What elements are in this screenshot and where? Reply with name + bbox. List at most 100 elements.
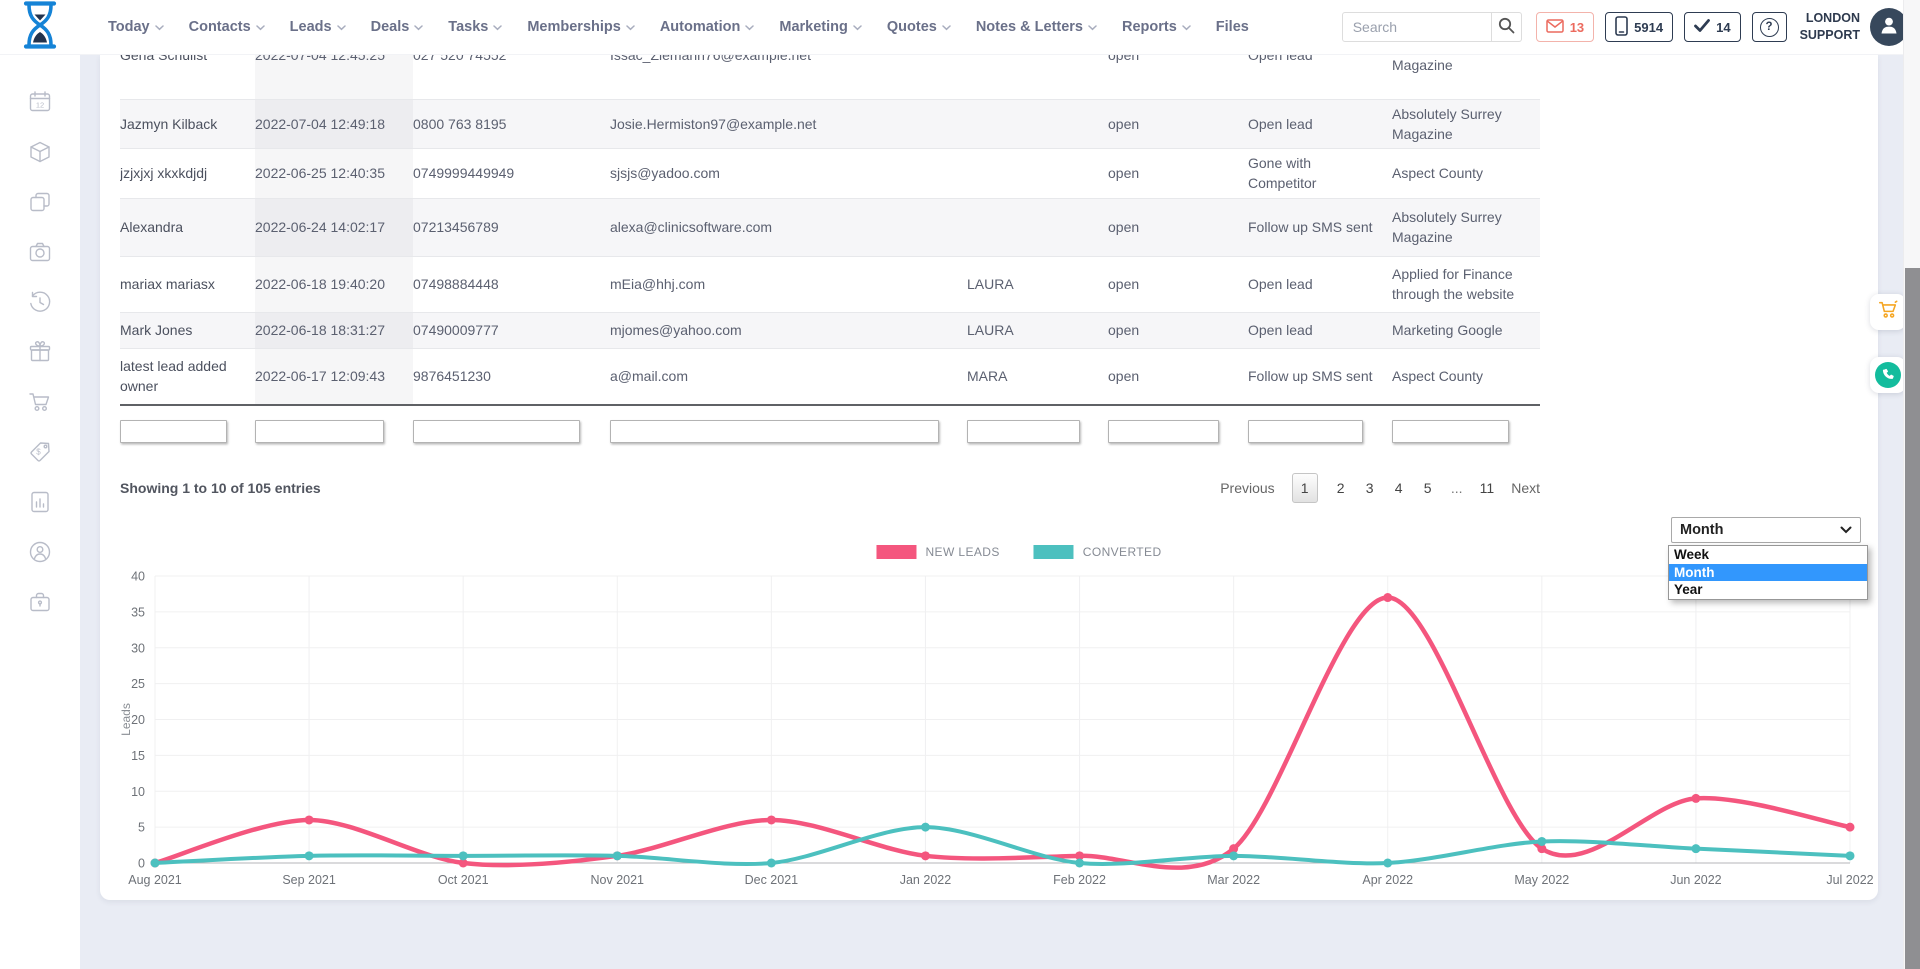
column-filter-input[interactable] <box>120 420 227 443</box>
page-number-2[interactable]: 2 <box>1335 480 1347 496</box>
column-filter-input[interactable] <box>1392 420 1509 443</box>
cell-date: 2022-07-04 12:49:18 <box>255 99 413 149</box>
column-filter-input[interactable] <box>1108 420 1219 443</box>
cell-lead_status: Follow up SMS sent <box>1248 198 1392 256</box>
cell-name: jzjxjxj xkxkdjdj <box>120 149 255 199</box>
svg-text:Apr 2022: Apr 2022 <box>1362 873 1413 887</box>
search-input[interactable] <box>1342 12 1492 42</box>
pagination-controls: Previous 12345...11 Next <box>1220 473 1540 503</box>
sidebar-calendar-icon[interactable]: 12 <box>27 89 53 115</box>
sidebar-briefcase-icon[interactable] <box>27 589 53 615</box>
sidebar-camera-icon[interactable] <box>27 239 53 265</box>
table-row[interactable]: jzjxjxj xkxkdjdj2022-06-25 12:40:3507499… <box>120 149 1540 199</box>
table-row[interactable]: mariax mariasx2022-06-18 19:40:200749888… <box>120 256 1540 312</box>
chevron-down-icon <box>337 18 346 36</box>
page-number-5[interactable]: 5 <box>1422 480 1434 496</box>
cell-lead_status: Follow up SMS sent <box>1248 348 1392 405</box>
cell-name: Alexandra <box>120 198 255 256</box>
nav-item-tasks[interactable]: Tasks <box>448 18 502 36</box>
next-page-button[interactable]: Next <box>1511 480 1540 496</box>
help-button[interactable]: ? <box>1752 12 1787 42</box>
cell-name: Jazmyn Kilback <box>120 99 255 149</box>
chevron-down-icon <box>853 18 862 36</box>
cell-date: 2022-06-25 12:40:35 <box>255 149 413 199</box>
page-scrollbar <box>1903 0 1920 969</box>
nav-item-automation[interactable]: Automation <box>660 18 755 36</box>
table-row[interactable]: latest lead added owner2022-06-17 12:09:… <box>120 348 1540 405</box>
sidebar-report-icon[interactable] <box>27 489 53 515</box>
column-filter-input[interactable] <box>413 420 580 443</box>
user-name: LONDON SUPPORT <box>1800 10 1860 44</box>
svg-text:Jan 2022: Jan 2022 <box>900 873 951 887</box>
page-number-3[interactable]: 3 <box>1364 480 1376 496</box>
sidebar-cart-icon[interactable] <box>27 389 53 415</box>
tasks-badge[interactable]: 14 <box>1684 12 1740 42</box>
table-row[interactable]: Jazmyn Kilback2022-07-04 12:49:180800 76… <box>120 99 1540 149</box>
period-option-month[interactable]: Month <box>1669 564 1867 582</box>
svg-text:10: 10 <box>131 785 145 799</box>
column-filters <box>120 420 1540 443</box>
column-filter-input[interactable] <box>967 420 1080 443</box>
cell-date: 2022-06-17 12:09:43 <box>255 348 413 405</box>
sidebar-history-icon[interactable] <box>27 289 53 315</box>
mail-badge[interactable]: 13 <box>1536 12 1594 42</box>
period-select[interactable]: Month <box>1671 517 1861 543</box>
sidebar-package-icon[interactable] <box>27 139 53 165</box>
nav-item-notes-letters[interactable]: Notes & Letters <box>976 18 1097 36</box>
table-row[interactable]: Gena Schulist2022-07-04 12:45:25027 520 … <box>120 55 1540 99</box>
cell-status: open <box>1108 348 1248 405</box>
nav-item-deals[interactable]: Deals <box>371 18 424 36</box>
column-filter-input[interactable] <box>255 420 384 443</box>
nav-item-contacts[interactable]: Contacts <box>189 18 265 36</box>
column-filter-input[interactable] <box>610 420 939 443</box>
quick-cart-button[interactable] <box>1870 294 1906 330</box>
nav-item-reports[interactable]: Reports <box>1122 18 1191 36</box>
nav-item-quotes[interactable]: Quotes <box>887 18 951 36</box>
page-number-11[interactable]: 11 <box>1480 480 1495 496</box>
svg-text:Dec 2021: Dec 2021 <box>745 873 799 887</box>
nav-item-files[interactable]: Files <box>1216 19 1249 35</box>
previous-page-button[interactable]: Previous <box>1220 480 1274 496</box>
main-area: Gena Schulist2022-07-04 12:45:25027 520 … <box>80 55 1920 969</box>
chevron-down-icon <box>626 18 635 36</box>
period-option-week[interactable]: Week <box>1669 546 1867 564</box>
nav-item-leads[interactable]: Leads <box>290 18 346 36</box>
table-row[interactable]: Mark Jones2022-06-18 18:31:2707490009777… <box>120 312 1540 348</box>
search-button[interactable] <box>1492 12 1522 42</box>
cell-email: mEia@hhj.com <box>610 256 967 312</box>
check-count: 14 <box>1716 20 1730 35</box>
sidebar-price-tag-icon[interactable]: $ <box>27 439 53 465</box>
phone-badge[interactable]: 5914 <box>1605 12 1673 42</box>
svg-text:Jun 2022: Jun 2022 <box>1670 873 1721 887</box>
page-number-1[interactable]: 1 <box>1292 473 1318 503</box>
cell-owner: LAURA <box>967 256 1108 312</box>
table-row[interactable]: Alexandra2022-06-24 14:02:1707213456789a… <box>120 198 1540 256</box>
mail-count: 13 <box>1570 20 1584 35</box>
sidebar-copy-icon[interactable] <box>27 189 53 215</box>
chevron-down-icon <box>155 18 164 36</box>
column-filter-input[interactable] <box>1248 420 1363 443</box>
cell-owner: MARA <box>967 348 1108 405</box>
period-option-year[interactable]: Year <box>1669 581 1867 599</box>
sidebar-account-icon[interactable] <box>27 539 53 565</box>
nav-item-today[interactable]: Today <box>108 18 164 36</box>
scrollbar-thumb[interactable] <box>1905 268 1920 969</box>
check-icon <box>1694 19 1710 35</box>
cell-lead_status: Gone with Competitor <box>1248 149 1392 199</box>
cell-owner <box>967 198 1108 256</box>
cell-name: mariax mariasx <box>120 256 255 312</box>
page-number-4[interactable]: 4 <box>1393 480 1405 496</box>
nav-item-memberships[interactable]: Memberships <box>527 18 634 36</box>
cell-email: sjsjs@yadoo.com <box>610 149 967 199</box>
chevron-down-icon <box>745 18 754 36</box>
cell-phone: 07490009777 <box>413 312 610 348</box>
app-logo[interactable] <box>0 1 80 54</box>
legend-swatch <box>1034 545 1074 559</box>
quick-call-button[interactable] <box>1870 357 1906 393</box>
nav-item-marketing[interactable]: Marketing <box>779 18 862 36</box>
cell-status: open <box>1108 149 1248 199</box>
svg-text:May 2022: May 2022 <box>1514 873 1569 887</box>
svg-text:0: 0 <box>138 857 145 871</box>
sidebar-gift-icon[interactable] <box>27 339 53 365</box>
chevron-down-icon <box>414 18 423 36</box>
